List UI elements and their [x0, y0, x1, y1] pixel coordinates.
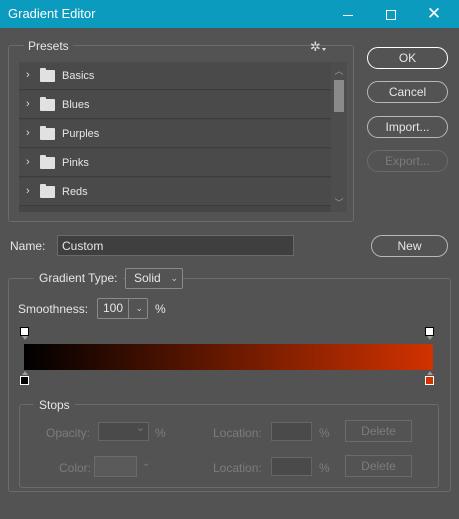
chevron-down-icon: ⌄	[170, 273, 178, 283]
export-button[interactable]: Export...	[367, 150, 448, 172]
color-stop-left[interactable]	[20, 371, 29, 385]
gear-icon[interactable]: ✲	[310, 40, 332, 54]
new-button[interactable]: New	[371, 235, 448, 257]
color-swatch[interactable]	[94, 456, 137, 477]
preset-scrollbar[interactable]: ︿ ﹀	[331, 62, 347, 212]
opacity-location-label: Location:	[213, 426, 262, 440]
chevron-right-icon[interactable]: ›	[26, 186, 34, 197]
color-location-field[interactable]	[271, 457, 312, 476]
color-stop-right[interactable]	[425, 371, 434, 385]
gradient-type-label: Gradient Type:	[34, 271, 123, 285]
minimize-icon[interactable]	[328, 0, 368, 28]
smoothness-label: Smoothness:	[18, 302, 89, 316]
gradient-type-select[interactable]: Solid ⌄	[125, 268, 183, 289]
preset-list: › Basics › Blues › Purples › Pinks › Red…	[19, 62, 331, 212]
scroll-up-icon[interactable]: ︿	[331, 64, 347, 78]
color-location-label: Location:	[213, 461, 262, 475]
preset-folder-label: Purples	[62, 128, 100, 140]
chevron-down-icon[interactable]: ⌄	[142, 458, 150, 469]
preset-folder-reds[interactable]: › Reds	[19, 178, 331, 206]
preset-folder-label: Basics	[62, 70, 95, 82]
opacity-label: Opacity:	[46, 426, 91, 440]
preset-folder-label: Blues	[62, 99, 90, 111]
folder-icon	[40, 155, 55, 169]
ok-button[interactable]: OK	[367, 47, 448, 69]
folder-icon	[40, 126, 55, 140]
chevron-right-icon[interactable]: ›	[26, 99, 34, 110]
smoothness-value: 100	[103, 301, 124, 315]
opacity-location-unit: %	[319, 426, 330, 440]
folder-icon	[40, 97, 55, 111]
window-title: Gradient Editor	[8, 6, 96, 21]
folder-icon	[40, 68, 55, 82]
presets-label: Presets	[24, 39, 73, 53]
color-location-unit: %	[319, 461, 330, 475]
chevron-right-icon[interactable]: ›	[26, 128, 34, 139]
cancel-button[interactable]: Cancel	[367, 81, 448, 103]
scroll-down-icon[interactable]: ﹀	[331, 196, 347, 210]
opacity-field[interactable]	[98, 421, 149, 441]
chevron-down-icon: ⌄	[135, 303, 143, 313]
import-button[interactable]: Import...	[367, 116, 448, 138]
smoothness-select[interactable]: 100 ⌄	[97, 298, 148, 319]
name-input[interactable]: Custom	[57, 235, 294, 256]
color-label: Color:	[59, 461, 92, 475]
preset-folder-purples[interactable]: › Purples	[19, 120, 331, 148]
title-bar: Gradient Editor ✕	[0, 0, 459, 28]
gradient-type-value: Solid	[134, 271, 161, 285]
name-label: Name:	[10, 239, 46, 253]
preset-folder-blues[interactable]: › Blues	[19, 91, 331, 119]
opacity-stop-right[interactable]	[425, 327, 434, 340]
gradient-preview-bar[interactable]	[24, 344, 433, 370]
smoothness-unit: %	[155, 302, 166, 316]
opacity-location-field[interactable]	[271, 422, 312, 441]
folder-icon	[40, 184, 55, 198]
delete-color-stop-button[interactable]: Delete	[345, 455, 412, 477]
opacity-stop-left[interactable]	[20, 327, 29, 340]
preset-folder-label: Pinks	[62, 157, 89, 169]
opacity-unit: %	[155, 426, 166, 440]
stops-label: Stops	[34, 398, 75, 412]
preset-folder-basics[interactable]: › Basics	[19, 62, 331, 90]
preset-folder-pinks[interactable]: › Pinks	[19, 149, 331, 177]
close-icon[interactable]: ✕	[414, 0, 454, 28]
chevron-right-icon[interactable]: ›	[26, 70, 34, 81]
chevron-right-icon[interactable]: ›	[26, 157, 34, 168]
delete-opacity-stop-button[interactable]: Delete	[345, 420, 412, 442]
maximize-icon[interactable]	[371, 0, 411, 28]
preset-folder-label: Reds	[62, 186, 88, 198]
scrollbar-thumb[interactable]	[334, 80, 344, 112]
